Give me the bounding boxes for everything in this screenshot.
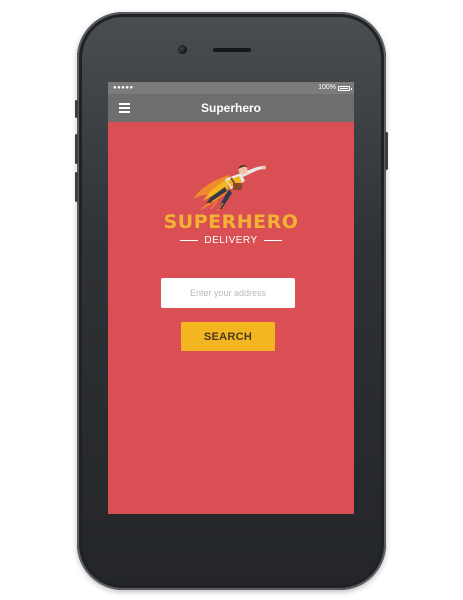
volume-up-button: [75, 134, 78, 164]
address-input[interactable]: [161, 278, 295, 308]
phone-frame: ●●●●● 100% Superhero SUPERHERO DELIVERY …: [75, 12, 388, 590]
logo-subtitle: DELIVERY: [204, 235, 258, 246]
page-title: Superhero: [200, 101, 261, 115]
earpiece-speaker: [213, 48, 251, 52]
divider-left: [180, 240, 199, 241]
front-camera: [178, 45, 187, 54]
logo-title: SUPERHERO: [163, 211, 299, 233]
power-button: [385, 132, 388, 170]
logo-subtitle-row: DELIVERY: [108, 235, 354, 246]
mute-switch: [75, 100, 78, 118]
divider-right: [263, 240, 282, 241]
battery-icon: [338, 85, 352, 91]
battery-percent: 100%: [318, 84, 336, 91]
status-bar: ●●●●● 100%: [108, 82, 354, 94]
volume-down-button: [75, 172, 78, 202]
battery-indicator: 100%: [318, 82, 352, 94]
navigation-bar: Superhero: [108, 94, 354, 122]
signal-strength-icon: ●●●●●: [113, 85, 134, 91]
app-logo: SUPERHERO DELIVERY: [108, 157, 354, 247]
flying-superhero-illustration: [193, 165, 266, 212]
hamburger-menu-icon[interactable]: [119, 103, 130, 113]
search-button[interactable]: SEARCH: [181, 322, 275, 351]
app-screen: ●●●●● 100% Superhero SUPERHERO DELIVERY …: [108, 82, 354, 514]
